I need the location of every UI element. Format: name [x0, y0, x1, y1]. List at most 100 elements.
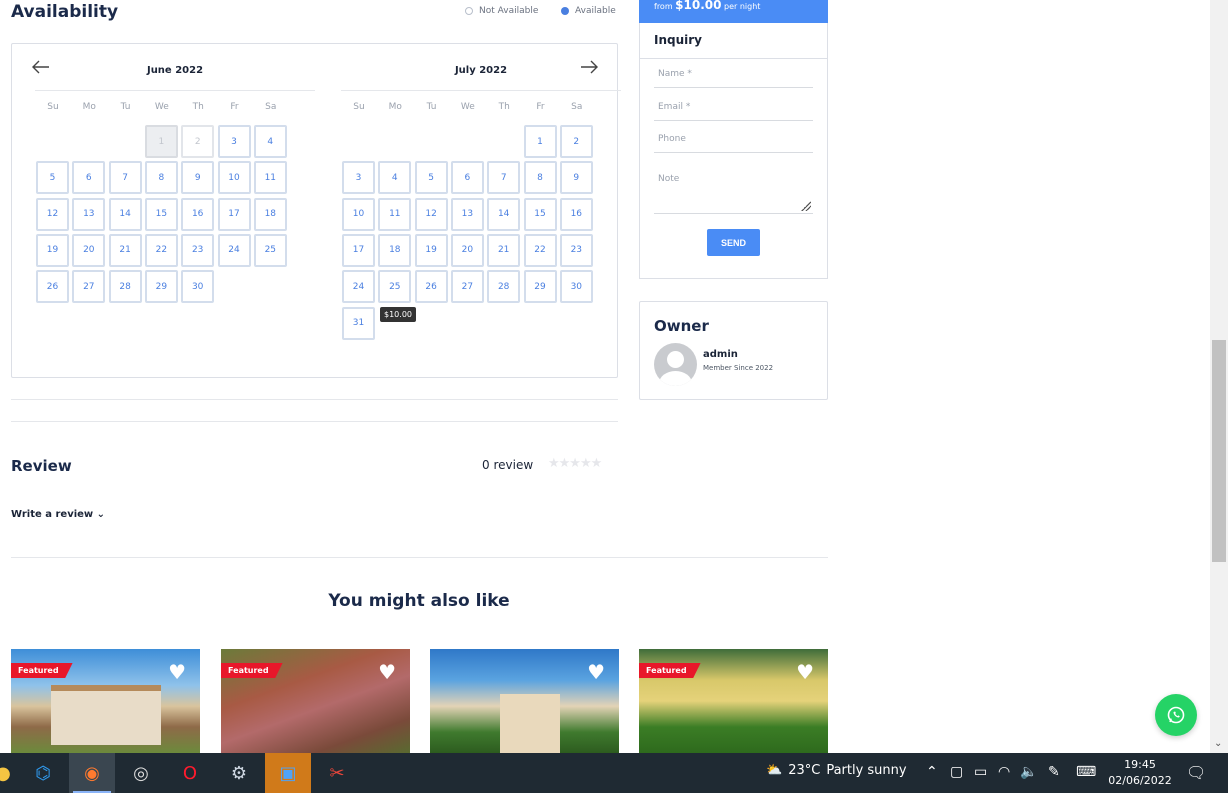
battery-icon[interactable]: ▭ — [974, 764, 987, 780]
calendar-day-july[interactable]: 6 — [450, 161, 484, 195]
calendar-day-july[interactable]: 16 — [559, 197, 593, 231]
calendar-day-june[interactable]: 13 — [72, 197, 106, 231]
calendar-day-june[interactable]: 16 — [181, 197, 215, 231]
calendar-day-july[interactable]: 22 — [523, 233, 557, 267]
scroll-down-arrow-icon[interactable]: ⌄ — [1214, 738, 1222, 749]
calendar-day-july[interactable]: 2 — [559, 125, 593, 158]
calendar-day-july[interactable]: 11 — [378, 197, 412, 231]
calendar-day-june[interactable]: 15 — [144, 197, 178, 231]
keyboard-icon[interactable]: ⌨ — [1076, 764, 1096, 780]
calendar-day-july[interactable]: 31 — [342, 306, 375, 340]
calendar-day-july[interactable]: 18 — [378, 233, 412, 267]
calendar-day-july[interactable]: 20 — [450, 233, 484, 267]
calendar-day-july[interactable]: 30 — [559, 270, 593, 304]
name-field[interactable]: Name * — [654, 69, 813, 88]
calendar-day-june[interactable]: 2 — [181, 125, 215, 158]
calendar-day-june[interactable]: 25 — [253, 233, 287, 267]
calendar-day-june[interactable]: 19 — [36, 233, 69, 267]
calendar-day-june[interactable]: 18 — [253, 197, 287, 231]
wifi-icon[interactable]: ◠ — [998, 764, 1010, 780]
resize-handle-icon[interactable] — [801, 201, 811, 211]
note-field[interactable]: Note — [654, 174, 813, 214]
calendar-day-june[interactable]: 17 — [217, 197, 251, 231]
chevron-up-icon[interactable]: ⌃ — [926, 764, 938, 780]
vscode-app-icon[interactable]: ⌬ — [20, 753, 66, 793]
calendar-day-july[interactable]: 17 — [342, 233, 375, 267]
heart-icon[interactable]: ♥ — [796, 660, 814, 684]
owner-name[interactable]: admin — [703, 349, 738, 360]
weekday-label: Su — [353, 102, 365, 112]
calendar-day-july[interactable]: 19 — [414, 233, 448, 267]
calendar-day-june[interactable]: 3 — [217, 125, 251, 158]
write-review-toggle[interactable]: Write a review ⌄ — [11, 509, 105, 520]
calendar-day-july[interactable]: 1 — [523, 125, 557, 158]
calendar-day-july[interactable]: 7 — [487, 161, 521, 195]
notification-icon[interactable]: 🗨 — [1186, 763, 1206, 782]
volume-icon[interactable]: 🔈 — [1020, 764, 1037, 780]
settings-app-icon[interactable]: ⚙ — [216, 753, 262, 793]
calendar-day-june[interactable]: 23 — [181, 233, 215, 267]
calendar-day-june[interactable]: 29 — [144, 270, 178, 304]
calendar-day-june[interactable]: 6 — [72, 161, 106, 195]
calendar-day-july[interactable]: 23 — [559, 233, 593, 267]
calendar-day-june[interactable]: 5 — [36, 161, 69, 195]
pen-icon[interactable]: ✎ — [1048, 764, 1060, 780]
calendar-day-july[interactable]: 26 — [414, 270, 448, 304]
email-field[interactable]: Email * — [654, 102, 813, 121]
heart-icon[interactable]: ♥ — [378, 660, 396, 684]
calendar-day-july[interactable]: 29 — [523, 270, 557, 304]
calendar-day-june[interactable]: 27 — [72, 270, 106, 304]
meet-icon[interactable]: ▢ — [950, 764, 963, 780]
calendar-day-july[interactable]: 21 — [487, 233, 521, 267]
calendar-day-june[interactable]: 26 — [36, 270, 69, 304]
listing-card[interactable]: Featured ♥ — [639, 649, 828, 753]
calendar-day-july[interactable]: 5 — [414, 161, 448, 195]
snipping-app-icon[interactable]: ✂ — [314, 753, 360, 793]
calendar-day-july[interactable]: 24 — [342, 270, 375, 304]
listing-card[interactable]: Featured ♥ — [221, 649, 410, 753]
weather-widget[interactable]: ⛅ 23°C Partly sunny — [766, 763, 907, 778]
calendar-day-june[interactable]: 1 — [144, 125, 178, 158]
page-scrollbar[interactable]: ⌄ — [1210, 0, 1228, 753]
calendar-day-july[interactable]: 13 — [450, 197, 484, 231]
calendar-day-july[interactable]: 9 — [559, 161, 593, 195]
calendar-day-june[interactable]: 24 — [217, 233, 251, 267]
calendar-day-july[interactable]: 3 — [342, 161, 375, 195]
calendar-day-june[interactable]: 8 — [144, 161, 178, 195]
listing-card[interactable]: ♥ — [430, 649, 619, 753]
media-app-icon[interactable]: ◎ — [118, 753, 164, 793]
phone-field[interactable]: Phone — [654, 134, 813, 153]
calendar-day-june[interactable]: 22 — [144, 233, 178, 267]
calendar-day-july[interactable]: 10 — [342, 197, 375, 231]
opera-app-icon[interactable]: O — [167, 753, 213, 793]
calendar-day-june[interactable]: 21 — [108, 233, 142, 267]
calendar-day-june[interactable]: 7 — [108, 161, 142, 195]
calendar-day-june[interactable]: 11 — [253, 161, 287, 195]
calendar-day-july[interactable]: 8 — [523, 161, 557, 195]
calendar-day-june[interactable]: 30 — [181, 270, 215, 304]
calendar-day-june[interactable]: 9 — [181, 161, 215, 195]
photos-app-icon[interactable]: ▣ — [265, 753, 311, 793]
heart-icon[interactable]: ♥ — [168, 660, 186, 684]
calendar-day-june[interactable]: 12 — [36, 197, 69, 231]
calendar-day-june[interactable]: 14 — [108, 197, 142, 231]
calendar-day-july[interactable]: 14 — [487, 197, 521, 231]
whatsapp-icon[interactable] — [1155, 694, 1197, 736]
calendar-day-june[interactable]: 28 — [108, 270, 142, 304]
calendar-day-july[interactable]: 4 — [378, 161, 412, 195]
clock[interactable]: 19:45 02/06/2022 — [1108, 757, 1172, 789]
calendar-day-july[interactable]: 12 — [414, 197, 448, 231]
calendar-day-july[interactable]: 28 — [487, 270, 521, 304]
send-button[interactable]: SEND — [707, 229, 760, 256]
calendar-day-june[interactable]: 20 — [72, 233, 106, 267]
firefox-app-icon[interactable]: ◉ — [69, 753, 115, 793]
calendar-day-june[interactable]: 4 — [253, 125, 287, 158]
calendar-day-july[interactable]: 25 — [378, 270, 412, 304]
month-title-june: June 2022 — [146, 65, 204, 76]
calendar-day-june[interactable]: 10 — [217, 161, 251, 195]
scrollbar-thumb[interactable] — [1212, 340, 1226, 562]
calendar-day-july[interactable]: 27 — [450, 270, 484, 304]
calendar-day-july[interactable]: 15 — [523, 197, 557, 231]
heart-icon[interactable]: ♥ — [587, 660, 605, 684]
listing-card[interactable]: Featured ♥ — [11, 649, 200, 753]
